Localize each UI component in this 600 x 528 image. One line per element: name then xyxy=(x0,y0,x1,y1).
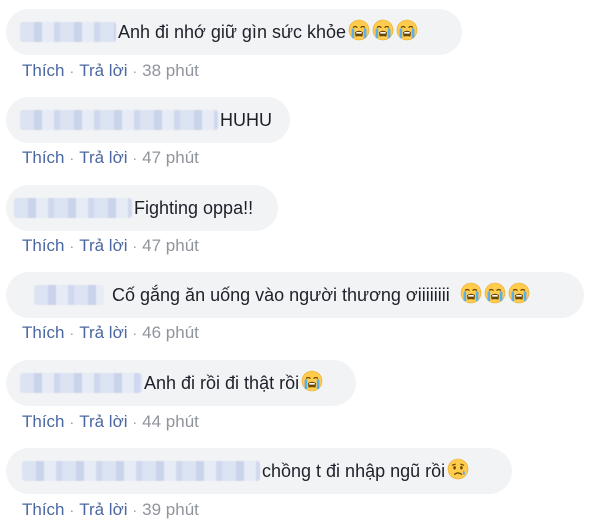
blurred-author-name[interactable] xyxy=(20,22,116,42)
comment-time[interactable]: 47 phút xyxy=(142,148,199,167)
like-link[interactable]: Thích xyxy=(22,148,65,167)
comment-bubble: Anh đi rồi đi thật rồi xyxy=(6,360,356,406)
sad-tear-face-icon xyxy=(447,458,469,485)
crying-face-icon xyxy=(508,282,530,309)
reply-link[interactable]: Trả lời xyxy=(79,148,127,167)
comment-text: Anh đi rồi đi thật rồi xyxy=(144,372,300,393)
comment-text: chồng t đi nhập ngũ rồi xyxy=(262,460,446,481)
separator-dot: · xyxy=(132,63,138,79)
blurred-author-name[interactable] xyxy=(20,110,218,130)
separator-dot: · xyxy=(132,150,138,166)
like-link[interactable]: Thích xyxy=(22,323,65,342)
like-link[interactable]: Thích xyxy=(22,61,65,80)
emoji-group xyxy=(460,282,532,309)
like-link[interactable]: Thích xyxy=(22,500,65,519)
separator-dot: · xyxy=(132,414,138,430)
separator-dot: · xyxy=(132,502,138,518)
comment-actions: Thích · Trả lời · 46 phút xyxy=(22,323,199,343)
crying-face-icon xyxy=(460,282,482,309)
comments-screenshot: { "comments": [ { "text": "Anh đi nhớ gi… xyxy=(0,0,600,528)
comment-text: Cố gắng ăn uống vào người thương ơiiiiii… xyxy=(112,284,450,305)
emoji-group xyxy=(447,458,471,485)
comment-bubble: HUHU xyxy=(6,97,290,143)
comment-time[interactable]: 38 phút xyxy=(142,61,199,80)
reply-link[interactable]: Trả lời xyxy=(79,61,127,80)
crying-face-icon xyxy=(484,282,506,309)
comment-actions: Thích · Trả lời · 39 phút xyxy=(22,500,199,520)
comment-time[interactable]: 47 phút xyxy=(142,236,199,255)
comment-time[interactable]: 44 phút xyxy=(142,412,199,431)
comment-bubble: Cố gắng ăn uống vào người thương ơiiiiii… xyxy=(6,272,584,318)
separator-dot: · xyxy=(69,150,75,166)
separator-dot: · xyxy=(69,325,75,341)
crying-face-icon xyxy=(372,19,394,46)
comment-actions: Thích · Trả lời · 38 phút xyxy=(22,61,199,81)
comment-time[interactable]: 39 phút xyxy=(142,500,199,519)
blurred-author-name[interactable] xyxy=(34,285,104,305)
blurred-author-name[interactable] xyxy=(22,461,260,481)
separator-dot: · xyxy=(69,414,75,430)
separator-dot: · xyxy=(69,502,75,518)
separator-dot: · xyxy=(132,325,138,341)
crying-face-icon xyxy=(301,370,323,397)
like-link[interactable]: Thích xyxy=(22,412,65,431)
reply-link[interactable]: Trả lời xyxy=(79,236,127,255)
emoji-group xyxy=(301,370,325,397)
comment-time[interactable]: 46 phút xyxy=(142,323,199,342)
comment-bubble: Fighting oppa!! xyxy=(6,185,278,231)
blurred-author-name[interactable] xyxy=(20,373,142,393)
crying-face-icon xyxy=(396,19,418,46)
crying-face-icon xyxy=(348,19,370,46)
emoji-group xyxy=(348,19,420,46)
comment-actions: Thích · Trả lời · 44 phút xyxy=(22,412,199,432)
reply-link[interactable]: Trả lời xyxy=(79,412,127,431)
comment-bubble: chồng t đi nhập ngũ rồi xyxy=(6,448,512,494)
separator-dot: · xyxy=(132,238,138,254)
reply-link[interactable]: Trả lời xyxy=(79,323,127,342)
comment-bubble: Anh đi nhớ giữ gìn sức khỏe xyxy=(6,9,462,55)
comment-actions: Thích · Trả lời · 47 phút xyxy=(22,148,199,168)
comment-text: HUHU xyxy=(220,109,272,130)
reply-link[interactable]: Trả lời xyxy=(79,500,127,519)
comment-text: Anh đi nhớ giữ gìn sức khỏe xyxy=(118,21,347,42)
comment-actions: Thích · Trả lời · 47 phút xyxy=(22,236,199,256)
comment-text: Fighting oppa!! xyxy=(134,197,254,218)
separator-dot: · xyxy=(69,238,75,254)
like-link[interactable]: Thích xyxy=(22,236,65,255)
separator-dot: · xyxy=(69,63,75,79)
blurred-author-name[interactable] xyxy=(14,198,132,218)
